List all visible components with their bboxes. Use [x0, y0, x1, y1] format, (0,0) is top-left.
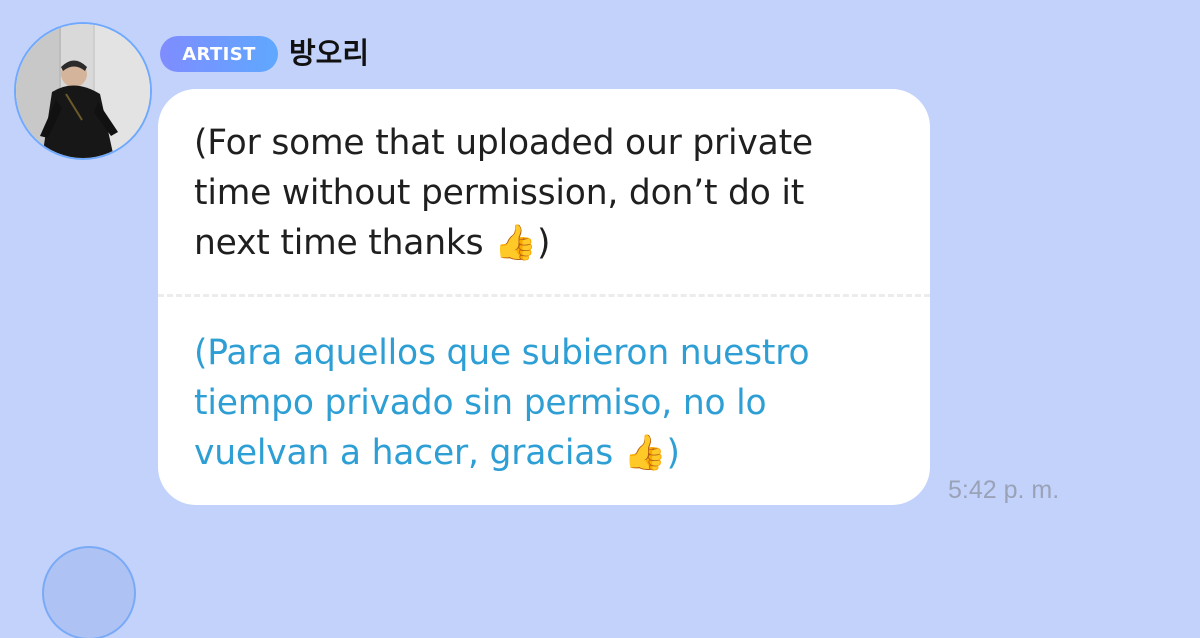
message-original-text: (For some that uploaded our private time…: [194, 123, 813, 263]
artist-badge: ARTIST: [160, 36, 278, 72]
message-bubble[interactable]: (For some that uploaded our private time…: [158, 89, 930, 505]
avatar[interactable]: [16, 24, 150, 158]
avatar-photo: [16, 24, 150, 158]
message-timestamp: 5:42 p. m.: [948, 476, 1060, 504]
next-message-avatar[interactable]: [44, 548, 134, 638]
message-translated-text: (Para aquellos que subieron nuestro tiem…: [194, 333, 810, 473]
translation-divider: [158, 294, 930, 297]
sender-name[interactable]: 방오리: [289, 33, 369, 73]
